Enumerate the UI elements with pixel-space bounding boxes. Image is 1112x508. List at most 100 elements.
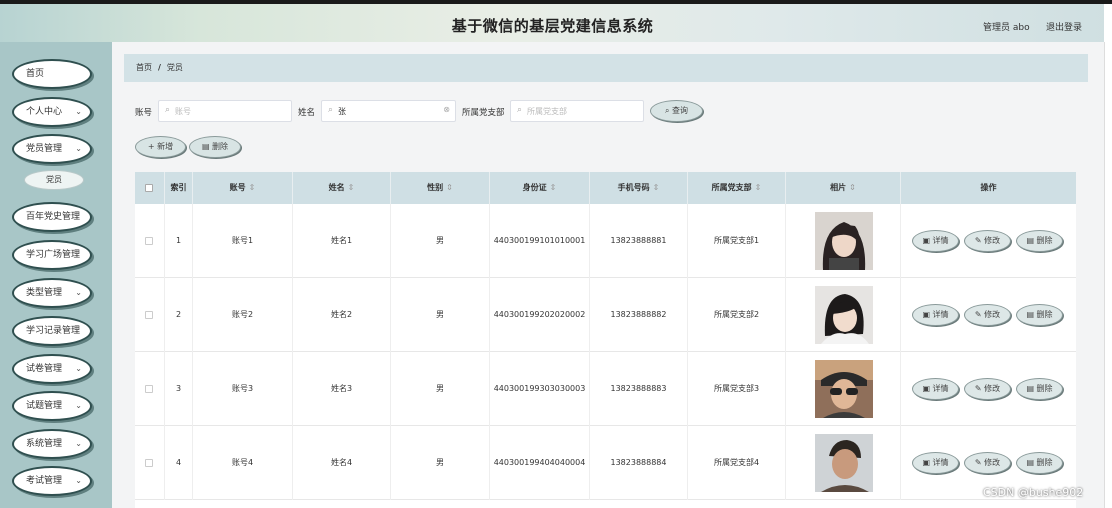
window-edge xyxy=(1104,4,1112,42)
chevron-down-icon: ⌄ xyxy=(75,476,82,485)
edit-button[interactable]: ✎ 修改 xyxy=(964,452,1011,474)
row-checkbox[interactable] xyxy=(145,311,153,319)
col-name[interactable]: 姓名 ⇕ xyxy=(293,172,391,204)
member-photo[interactable] xyxy=(815,434,873,492)
cell-index: 4 xyxy=(165,426,193,500)
row-select-cell xyxy=(135,278,165,352)
cell-index: 1 xyxy=(165,204,193,278)
add-button[interactable]: + 新增 xyxy=(135,136,186,158)
col-photo[interactable]: 相片 ⇕ xyxy=(786,172,901,204)
cell-branch: 所属党支部4 xyxy=(688,426,786,500)
sidebar-item-study-records[interactable]: 学习记录管理 xyxy=(12,316,92,346)
account-field[interactable]: ⌕ xyxy=(158,100,292,122)
sidebar-item-study-square[interactable]: 学习广场管理 xyxy=(12,240,92,270)
logout-link[interactable]: 退出登录 xyxy=(1046,20,1082,33)
sidebar-item-system-management[interactable]: 系统管理 ⌄ xyxy=(12,429,92,459)
name-input[interactable] xyxy=(338,104,438,118)
edit-label: 修改 xyxy=(984,384,1001,393)
name-field[interactable]: ⌕ ⊗ xyxy=(321,100,456,122)
cell-name: 姓名1 xyxy=(293,204,391,278)
detail-button[interactable]: ▣ 详情 xyxy=(912,304,959,326)
search-icon: ⌕ xyxy=(165,105,171,115)
delete-label: 删除 xyxy=(1036,458,1053,467)
delete-button-label: 删除 xyxy=(212,142,229,151)
delete-button[interactable]: ▤ 删除 xyxy=(1016,452,1063,474)
row-checkbox[interactable] xyxy=(145,237,153,245)
chevron-down-icon: ⌄ xyxy=(75,364,82,373)
delete-label: 删除 xyxy=(1036,310,1053,319)
detail-label: 详情 xyxy=(932,458,949,467)
edit-icon: ✎ xyxy=(974,384,985,393)
table-row: 3 账号3 姓名3 男 440300199303030003 138238888… xyxy=(135,352,1076,426)
delete-button[interactable]: ▤ 删除 xyxy=(1016,378,1063,400)
sidebar-item-label: 党员管理 xyxy=(26,144,63,154)
member-photo[interactable] xyxy=(815,360,873,418)
row-checkbox[interactable] xyxy=(145,459,153,467)
detail-button[interactable]: ▣ 详情 xyxy=(912,230,959,252)
col-phone[interactable]: 手机号码 ⇕ xyxy=(590,172,688,204)
breadcrumb-separator: / xyxy=(158,63,161,72)
cell-gender: 男 xyxy=(391,352,490,426)
sort-icon: ⇕ xyxy=(549,183,557,192)
edit-icon: ✎ xyxy=(974,236,985,245)
members-table: 索引 账号 ⇕ 姓名 ⇕ 性别 ⇕ 身份证 ⇕ 手机号码 ⇕ 所属党支部 ⇕ 相片 ⇕ 操作 … xyxy=(135,172,1076,508)
chevron-down-icon: ⌄ xyxy=(75,144,82,153)
chevron-down-icon: ⌄ xyxy=(75,288,82,297)
trash-icon: ▤ xyxy=(1026,310,1037,319)
sidebar-subitem-members[interactable]: 党员 xyxy=(24,170,84,190)
col-id-card[interactable]: 身份证 ⇕ xyxy=(490,172,590,204)
detail-button[interactable]: ▣ 详情 xyxy=(912,452,959,474)
edit-button[interactable]: ✎ 修改 xyxy=(964,378,1011,400)
clear-icon[interactable]: ⊗ xyxy=(443,105,450,114)
sidebar-item-type-management[interactable]: 类型管理 ⌄ xyxy=(12,278,92,308)
sidebar-item-paper-management[interactable]: 试卷管理 ⌄ xyxy=(12,354,92,384)
query-button[interactable]: ⌕ 查询 xyxy=(650,100,703,122)
search-icon: ⌕ xyxy=(328,105,334,115)
cell-gender: 男 xyxy=(391,204,490,278)
sort-icon: ⇕ xyxy=(446,183,453,192)
sidebar-item-label: 试题管理 xyxy=(26,401,63,411)
member-photo[interactable] xyxy=(815,286,873,344)
sidebar-item-exam-management[interactable]: 考试管理 ⌄ xyxy=(12,466,92,496)
app-title: 基于微信的基层党建信息系统 xyxy=(451,17,654,35)
sidebar-item-member-management[interactable]: 党员管理 ⌄ xyxy=(12,134,92,164)
edit-button[interactable]: ✎ 修改 xyxy=(964,304,1011,326)
sidebar-item-personal-center[interactable]: 个人中心 ⌄ xyxy=(12,97,92,127)
col-label: 相片 xyxy=(830,183,847,192)
branch-field[interactable]: ⌕ xyxy=(510,100,644,122)
account-input[interactable] xyxy=(175,104,275,118)
col-account[interactable]: 账号 ⇕ xyxy=(193,172,293,204)
batch-delete-button[interactable]: ▤ 删除 xyxy=(189,136,241,158)
chevron-down-icon: ⌄ xyxy=(75,439,82,448)
cell-branch: 所属党支部1 xyxy=(688,204,786,278)
detail-icon: ▣ xyxy=(922,236,933,245)
select-all-checkbox[interactable] xyxy=(145,184,153,192)
breadcrumb-home[interactable]: 首页 xyxy=(136,63,152,72)
table-row: 2 账号2 姓名2 男 440300199202020002 138238888… xyxy=(135,278,1076,352)
col-branch[interactable]: 所属党支部 ⇕ xyxy=(688,172,786,204)
main-content: 首页 / 党员 账号 ⌕ 姓名 ⌕ ⊗ 所属党支部 ⌕ ⌕ 查询 + 新增 ▤ 删除… xyxy=(112,42,1104,508)
col-gender[interactable]: 性别 ⇕ xyxy=(391,172,490,204)
sidebar-item-label: 类型管理 xyxy=(26,288,63,298)
branch-input[interactable] xyxy=(527,104,627,118)
sidebar-item-question-management[interactable]: 试题管理 ⌄ xyxy=(12,391,92,421)
top-header: 基于微信的基层党建信息系统 管理员 abo 退出登录 xyxy=(0,0,1112,42)
trash-icon: ▤ xyxy=(1026,236,1037,245)
member-photo[interactable] xyxy=(815,212,873,270)
plus-icon: + xyxy=(147,142,158,151)
delete-button[interactable]: ▤ 删除 xyxy=(1016,230,1063,252)
detail-label: 详情 xyxy=(932,310,949,319)
edit-button[interactable]: ✎ 修改 xyxy=(964,230,1011,252)
row-checkbox[interactable] xyxy=(145,385,153,393)
sidebar-item-home[interactable]: 首页 xyxy=(12,59,92,89)
sidebar-item-party-history[interactable]: 百年党史管理 xyxy=(12,202,92,232)
col-label: 账号 xyxy=(229,183,246,192)
detail-icon: ▣ xyxy=(922,458,933,467)
cell-account: 账号2 xyxy=(193,278,293,352)
select-all-cell xyxy=(135,172,165,204)
cell-branch: 所属党支部3 xyxy=(688,352,786,426)
delete-button[interactable]: ▤ 删除 xyxy=(1016,304,1063,326)
detail-button[interactable]: ▣ 详情 xyxy=(912,378,959,400)
delete-label: 删除 xyxy=(1036,236,1053,245)
cell-index: 3 xyxy=(165,352,193,426)
